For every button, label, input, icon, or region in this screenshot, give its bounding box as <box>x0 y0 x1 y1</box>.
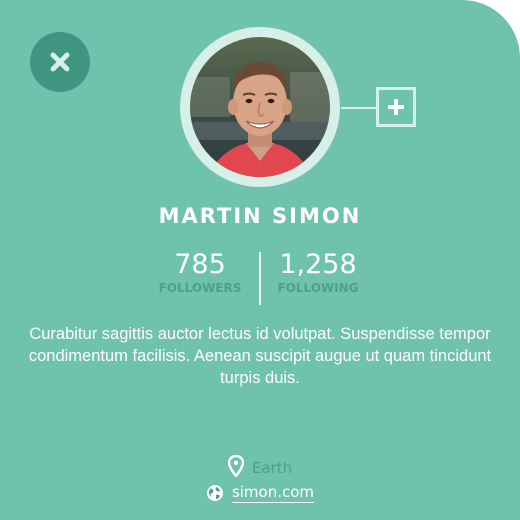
following-label: FOLLOWING <box>277 281 359 295</box>
add-friend-button[interactable] <box>376 87 416 127</box>
stats-divider <box>259 252 261 305</box>
profile-bio: Curabitur sagittis auctor lectus id volu… <box>28 325 492 387</box>
following-stat[interactable]: 1,258 FOLLOWING <box>263 249 373 296</box>
followers-count: 785 <box>174 249 226 280</box>
close-icon <box>50 52 70 72</box>
globe-icon <box>206 485 223 501</box>
avatar-photo <box>190 37 330 177</box>
location-text: Earth <box>251 459 293 477</box>
add-connector-line <box>341 107 376 109</box>
profile-card: MARTIN SIMON 785 FOLLOWERS 1,258 FOLLOWI… <box>0 0 520 520</box>
close-button[interactable] <box>30 32 90 92</box>
website-row: simon.com <box>0 483 520 503</box>
followers-label: FOLLOWERS <box>158 281 242 295</box>
following-count: 1,258 <box>279 249 357 280</box>
profile-name: MARTIN SIMON <box>158 204 362 228</box>
location-row: Earth <box>0 454 520 477</box>
website-link[interactable]: simon.com <box>231 483 315 503</box>
map-pin-icon <box>227 454 244 477</box>
avatar-ring <box>180 27 340 187</box>
followers-stat[interactable]: 785 FOLLOWERS <box>145 249 255 296</box>
avatar[interactable] <box>190 37 330 177</box>
plus-icon <box>388 99 404 115</box>
